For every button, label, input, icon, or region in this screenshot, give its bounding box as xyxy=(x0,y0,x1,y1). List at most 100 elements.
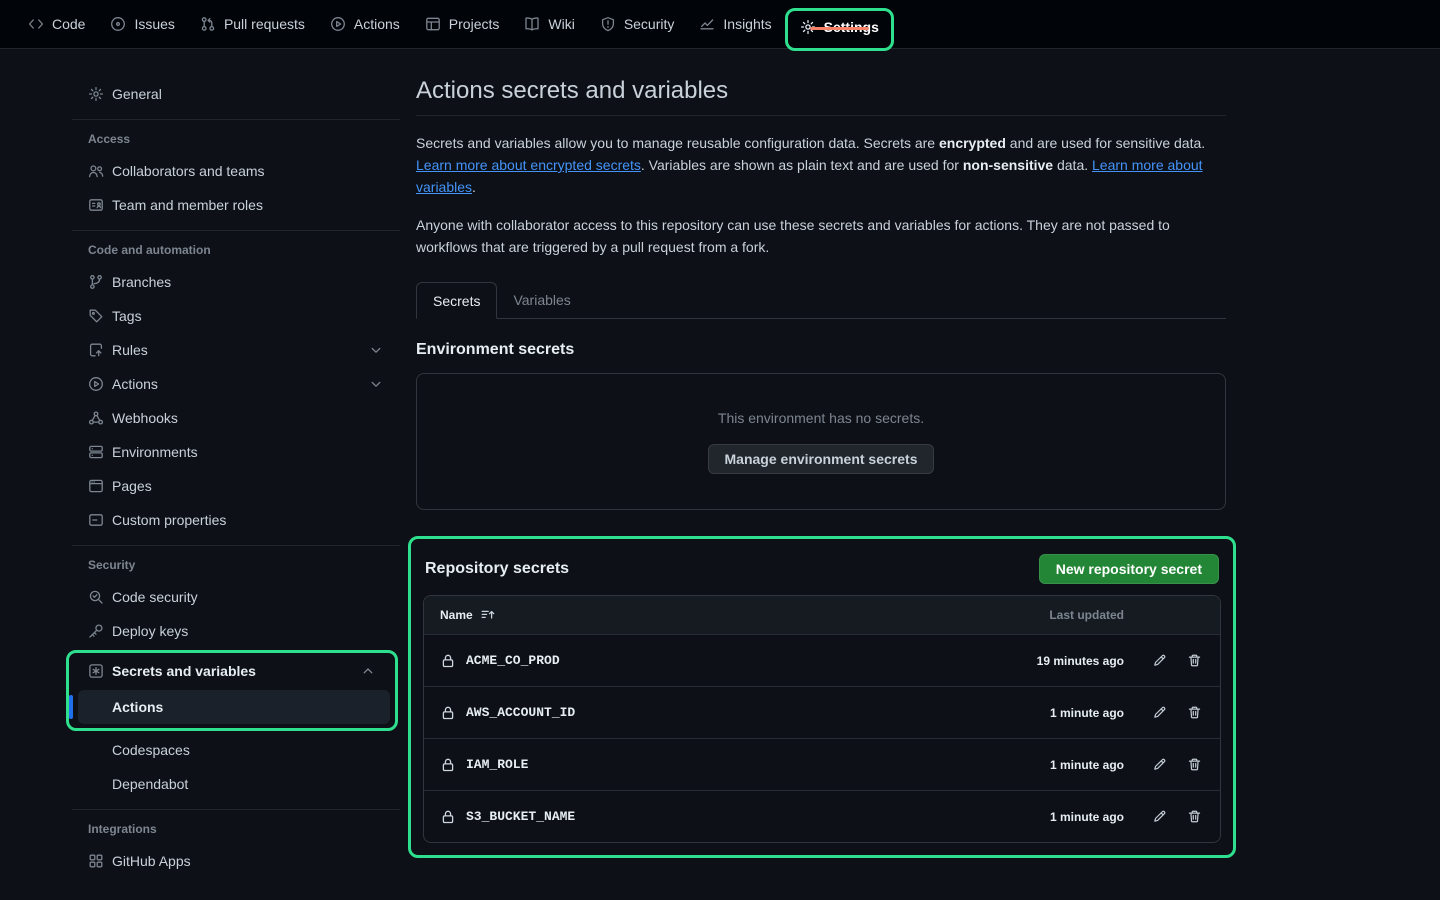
sidebar-item-webhooks[interactable]: Webhooks xyxy=(64,401,400,435)
highlight-box-repository-secrets: Repository secrets New repository secret… xyxy=(408,536,1236,858)
settings-content: Actions secrets and variables Secrets an… xyxy=(416,49,1226,884)
delete-trash-icon[interactable] xyxy=(1187,809,1202,824)
repository-secrets-heading: Repository secrets xyxy=(425,560,569,578)
tab-secrets[interactable]: Secrets xyxy=(416,282,497,319)
sidebar-item-environments[interactable]: Environments xyxy=(64,435,400,469)
table-header-row: Name Last updated xyxy=(424,596,1220,634)
sidebar-item-general[interactable]: General xyxy=(64,77,400,111)
codescan-icon xyxy=(88,589,104,605)
sidebar-item-pages[interactable]: Pages xyxy=(64,469,400,503)
nav-tab-actions[interactable]: Actions xyxy=(330,16,400,32)
secret-name: IAM_ROLE xyxy=(466,757,528,772)
sidebar-item-label: Deploy keys xyxy=(112,623,188,639)
sidebar-item-team-and-member-roles[interactable]: Team and member roles xyxy=(64,188,400,222)
sidebar-item-actions[interactable]: Actions xyxy=(64,367,400,401)
sidebar-item-tags[interactable]: Tags xyxy=(64,299,400,333)
id-badge-icon xyxy=(88,197,104,213)
sidebar-item-email-notifications[interactable]: Email notifications xyxy=(64,878,400,884)
intro-bold-encrypted: encrypted xyxy=(939,135,1006,151)
access-paragraph: Anyone with collaborator access to this … xyxy=(416,214,1226,258)
environment-secrets-heading: Environment secrets xyxy=(416,341,1226,359)
sidebar-item-secrets-and-variables[interactable]: Secrets and variables xyxy=(69,654,392,688)
nav-tab-code[interactable]: Code xyxy=(28,16,85,32)
lock-icon xyxy=(440,757,456,773)
sidebar-item-github-apps[interactable]: GitHub Apps xyxy=(64,844,400,878)
note-icon xyxy=(88,512,104,528)
server-icon xyxy=(88,444,104,460)
divider xyxy=(72,809,400,810)
repository-secrets-table: Name Last updated ACME_CO_PROD 19 minute… xyxy=(423,595,1221,843)
sidebar-section-title: Integrations xyxy=(64,814,400,844)
sidebar-subitem-codespaces[interactable]: Codespaces xyxy=(64,733,400,767)
chevron-down-icon xyxy=(368,342,384,358)
highlight-box-settings: Settings xyxy=(785,8,894,51)
nav-tab-issues[interactable]: Issues xyxy=(110,16,174,32)
sidebar-item-code-security[interactable]: Code security xyxy=(64,580,400,614)
environment-empty-message: This environment has no secrets. xyxy=(718,410,924,426)
link-encrypted-secrets[interactable]: Learn more about encrypted secrets xyxy=(416,157,641,173)
code-icon xyxy=(28,16,44,32)
sidebar-item-label: Collaborators and teams xyxy=(112,163,265,179)
sidebar-item-label: Webhooks xyxy=(112,410,178,426)
sidebar-item-custom-properties[interactable]: Custom properties xyxy=(64,503,400,537)
sidebar-subitem-actions[interactable]: Actions xyxy=(78,690,390,724)
nav-tab-security[interactable]: Security xyxy=(600,16,675,32)
edit-pencil-icon[interactable] xyxy=(1152,653,1167,668)
edit-pencil-icon[interactable] xyxy=(1152,705,1167,720)
intro-text: Secrets and variables allow you to manag… xyxy=(416,135,939,151)
manage-environment-secrets-button[interactable]: Manage environment secrets xyxy=(708,444,935,474)
environment-secrets-panel: This environment has no secrets. Manage … xyxy=(416,373,1226,510)
sidebar-subitem-dependabot[interactable]: Dependabot xyxy=(64,767,400,801)
git-branch-icon xyxy=(88,274,104,290)
sidebar-item-label: GitHub Apps xyxy=(112,853,191,869)
nav-tab-insights[interactable]: Insights xyxy=(699,16,771,32)
webhook-icon xyxy=(88,410,104,426)
sidebar-item-label: Code security xyxy=(112,589,198,605)
nav-tab-pull-requests[interactable]: Pull requests xyxy=(200,16,305,32)
sort-ascending-icon xyxy=(480,607,496,623)
sidebar-item-label: Team and member roles xyxy=(112,197,263,213)
sidebar-section-title: Code and automation xyxy=(64,235,400,265)
active-tab-underline xyxy=(810,27,869,30)
sidebar-item-rules[interactable]: Rules xyxy=(64,333,400,367)
browser-icon xyxy=(88,478,104,494)
table-icon xyxy=(425,16,441,32)
intro-text: . xyxy=(472,179,476,195)
lock-icon xyxy=(440,809,456,825)
play-icon xyxy=(88,376,104,392)
highlight-box-secrets-and-variables: Secrets and variables Actions xyxy=(66,650,398,731)
divider xyxy=(72,230,400,231)
delete-trash-icon[interactable] xyxy=(1187,757,1202,772)
nav-tab-settings[interactable]: Settings xyxy=(800,19,879,35)
sidebar-item-collaborators-and-teams[interactable]: Collaborators and teams xyxy=(64,154,400,188)
new-repository-secret-button[interactable]: New repository secret xyxy=(1039,554,1219,584)
sidebar-item-label: General xyxy=(112,86,162,102)
apps-icon xyxy=(88,853,104,869)
delete-trash-icon[interactable] xyxy=(1187,653,1202,668)
delete-trash-icon[interactable] xyxy=(1187,705,1202,720)
secret-last-updated: 1 minute ago xyxy=(974,706,1124,720)
sidebar-section-title: Security xyxy=(64,550,400,580)
play-icon xyxy=(330,16,346,32)
git-pull-request-icon xyxy=(200,16,216,32)
settings-sidebar: General Access Collaborators and teams T… xyxy=(64,49,400,884)
tag-icon xyxy=(88,308,104,324)
sidebar-item-branches[interactable]: Branches xyxy=(64,265,400,299)
sidebar-item-deploy-keys[interactable]: Deploy keys xyxy=(64,614,400,648)
sidebar-item-label: Tags xyxy=(112,308,142,324)
intro-text: and are used for sensitive data. xyxy=(1006,135,1205,151)
sidebar-item-label: Rules xyxy=(112,342,148,358)
shield-icon xyxy=(600,16,616,32)
tab-variables[interactable]: Variables xyxy=(497,282,586,318)
nav-tab-label: Pull requests xyxy=(224,16,305,32)
edit-pencil-icon[interactable] xyxy=(1152,757,1167,772)
nav-tab-projects[interactable]: Projects xyxy=(425,16,500,32)
column-header-name[interactable]: Name xyxy=(424,607,974,623)
table-row: ACME_CO_PROD 19 minutes ago xyxy=(424,634,1220,686)
table-row: AWS_ACCOUNT_ID 1 minute ago xyxy=(424,686,1220,738)
repo-tab-nav: Code Issues Pull requests Actions Projec… xyxy=(0,0,1440,49)
secret-name: AWS_ACCOUNT_ID xyxy=(466,705,575,720)
nav-tab-wiki[interactable]: Wiki xyxy=(524,16,574,32)
edit-pencil-icon[interactable] xyxy=(1152,809,1167,824)
sidebar-item-label: Pages xyxy=(112,478,152,494)
